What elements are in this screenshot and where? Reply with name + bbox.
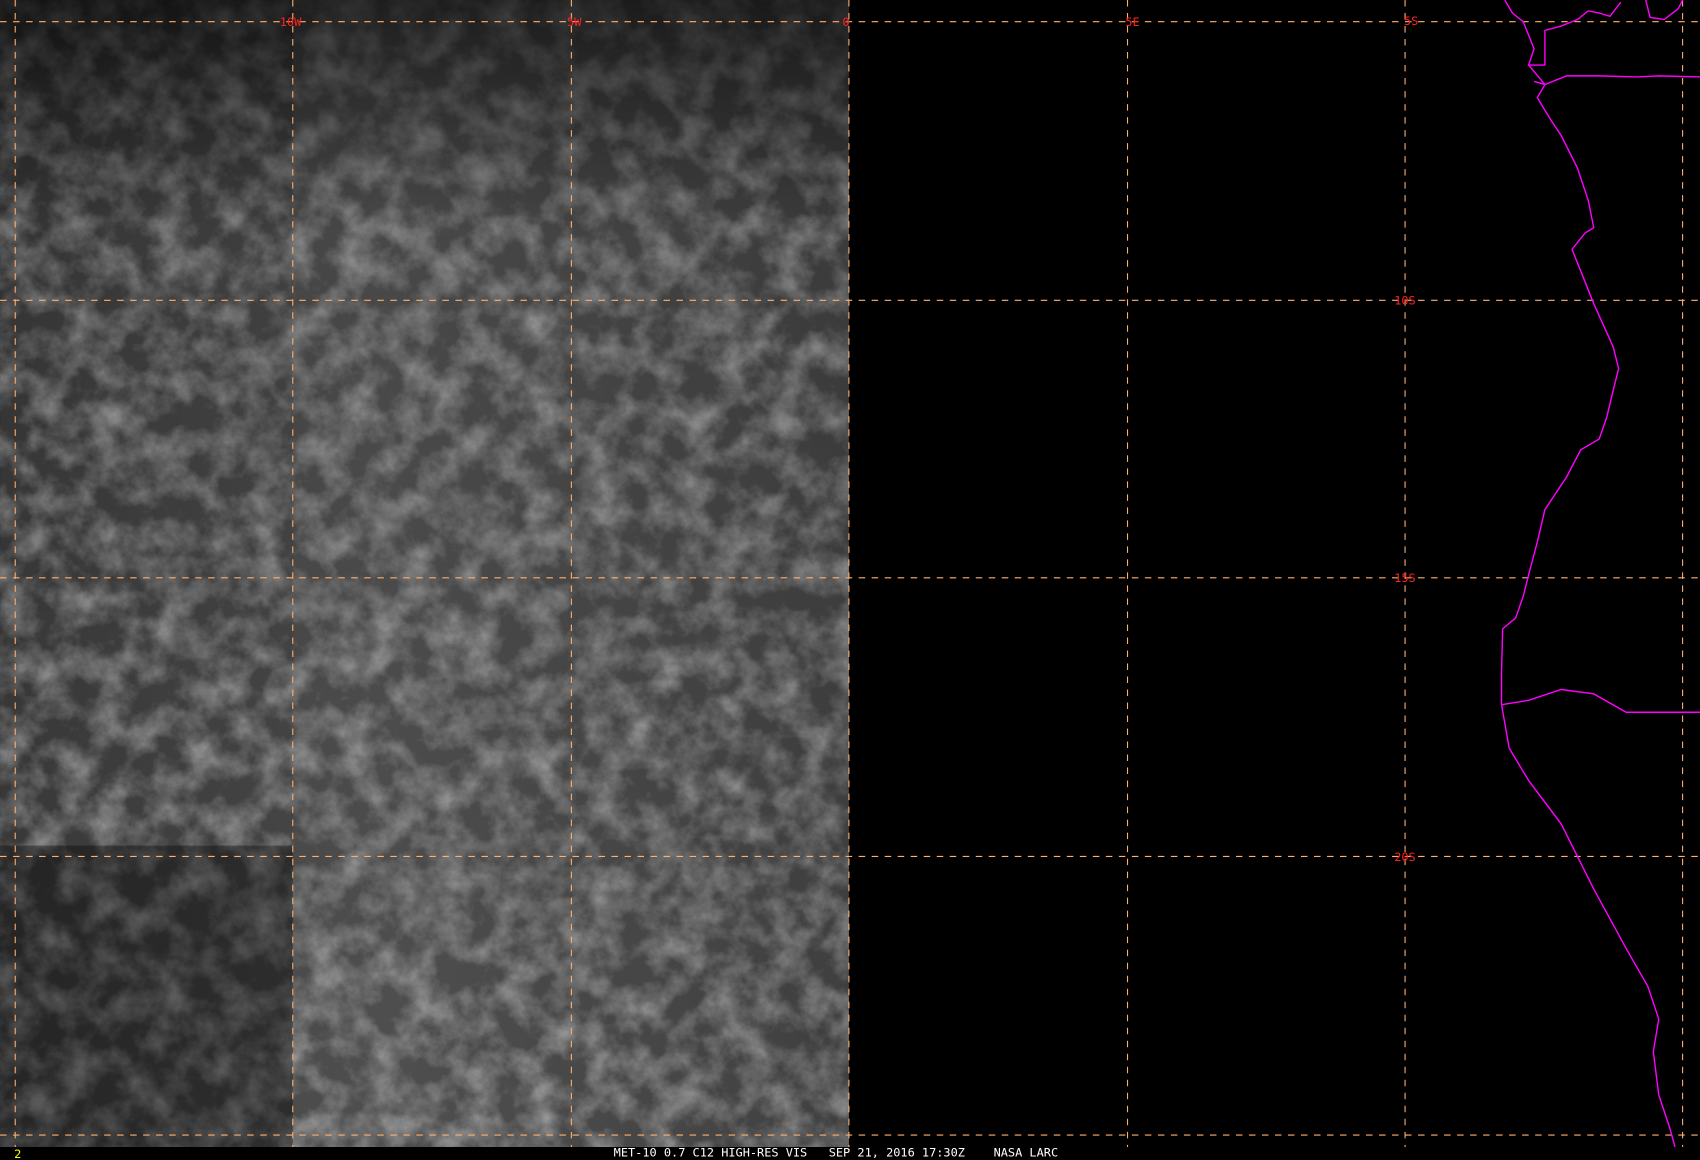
lon-label-10w: 10W (280, 15, 302, 29)
lat-label-15s: 15S (1394, 571, 1416, 585)
lat-label-5s: 5S (1404, 14, 1418, 28)
lon-label-5w: 5W (567, 15, 582, 29)
lat-label-20s: 20S (1394, 850, 1416, 864)
satellite-image-viewer: 10W 5W 0 5E 5S 10S 15S 20S 2 MET-10 0.7 … (0, 0, 1700, 1160)
visible-imagery (0, 0, 849, 1147)
lat-label-10s: 10S (1394, 294, 1416, 308)
latitude-labels: 5S 10S 15S 20S (1394, 14, 1418, 864)
frame-number: 2 (14, 1147, 21, 1160)
lon-label-0: 0 (842, 15, 849, 29)
coastline-borders (1500, 0, 1700, 1148)
satellite-map: 10W 5W 0 5E 5S 10S 15S 20S 2 MET-10 0.7 … (0, 0, 1700, 1160)
image-caption: MET-10 0.7 C12 HIGH-RES VIS SEP 21, 2016… (614, 1146, 1058, 1160)
lon-label-5e: 5E (1125, 15, 1139, 29)
